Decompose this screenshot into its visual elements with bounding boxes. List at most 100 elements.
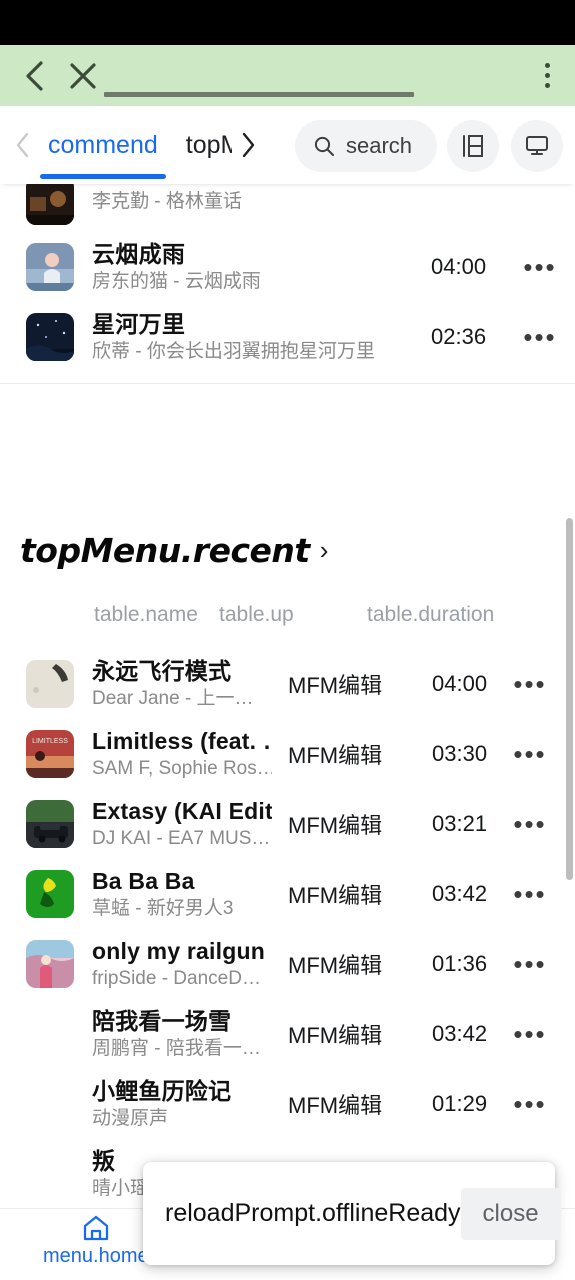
more-horizontal-icon[interactable]: ••• bbox=[510, 1019, 550, 1050]
tab-list: commend topM bbox=[34, 106, 264, 184]
nav-label: menu.home bbox=[43, 1245, 149, 1267]
table-header-duration: table.duration bbox=[367, 603, 495, 626]
song-title: Extasy (KAI Edit) bbox=[92, 797, 272, 824]
album-art: LIMITLESS bbox=[26, 730, 74, 778]
chevron-right-icon: › bbox=[319, 535, 329, 565]
tab-recommend[interactable]: commend bbox=[34, 106, 172, 184]
more-horizontal-icon[interactable]: ••• bbox=[510, 669, 550, 700]
chevron-left-icon bbox=[26, 60, 43, 91]
table-row[interactable]: only my railgun fripSide - DanceD… MFM编辑… bbox=[0, 929, 575, 999]
table-cell-up: MFM编辑 bbox=[288, 743, 383, 768]
section-title: topMenu.recent bbox=[20, 531, 310, 570]
list-item[interactable]: 云烟成雨 房东的猫 - 云烟成雨 04:00 ••• bbox=[0, 232, 575, 302]
table-cell-duration: 01:36 bbox=[432, 951, 488, 976]
song-title: 陪我看一场雪 bbox=[92, 1007, 232, 1034]
search-label: search bbox=[346, 133, 413, 158]
table-cell-name: Extasy (KAI Edit) DJ KAI - EA7 MUS… bbox=[92, 797, 272, 852]
album-art-image bbox=[26, 940, 74, 988]
table-cell-up: MFM编辑 bbox=[288, 813, 383, 838]
chevron-left-icon bbox=[16, 132, 29, 158]
song-subtitle: SAM F, Sophie Ros… bbox=[92, 757, 272, 779]
search-icon bbox=[314, 136, 334, 156]
table-cell-duration: 03:21 bbox=[432, 811, 488, 836]
list-item[interactable]: 星河万里 欣蒂 - 你会长出羽翼拥抱星河万里 02:36 ••• bbox=[0, 302, 575, 372]
table-cell-name: 小鲤鱼历险记 动漫原声 bbox=[92, 1077, 272, 1132]
song-title: Limitless (feat. … bbox=[92, 727, 272, 754]
section-header-recent[interactable]: topMenu.recent › bbox=[20, 531, 328, 570]
more-horizontal-icon[interactable]: ••• bbox=[510, 809, 550, 840]
table-cell-up: MFM编辑 bbox=[288, 1093, 383, 1118]
toast-close-button[interactable]: close bbox=[460, 1187, 561, 1240]
close-icon bbox=[70, 62, 96, 89]
more-horizontal-icon[interactable]: ••• bbox=[510, 739, 550, 770]
scroll-container[interactable]: 李克勤 - 格林童话 03:27 ••• bbox=[0, 106, 575, 1280]
section-divider bbox=[0, 383, 575, 384]
overflow-menu-icon bbox=[544, 63, 550, 88]
phone-screen: 李克勤 - 格林童话 03:27 ••• bbox=[0, 0, 575, 1280]
album-art bbox=[26, 1080, 74, 1128]
album-art bbox=[26, 660, 74, 708]
more-horizontal-icon[interactable]: ••• bbox=[510, 879, 550, 910]
table-row[interactable]: 永远飞行模式 Dear Jane - 上一… MFM编辑 04:00 ••• bbox=[0, 649, 575, 719]
desktop-mode-button[interactable] bbox=[511, 120, 563, 172]
table-row[interactable]: 陪我看一场雪 周鹏宵 - 陪我看一… MFM编辑 03:42 ••• bbox=[0, 999, 575, 1069]
table-cell-duration: 04:00 bbox=[432, 671, 488, 696]
library-icon bbox=[463, 135, 483, 157]
url-bar-redacted-line bbox=[104, 92, 414, 97]
browser-close-button[interactable] bbox=[62, 55, 104, 97]
album-art bbox=[26, 800, 74, 848]
song-title: Ba Ba Ba bbox=[92, 867, 195, 894]
table-cell-up: MFM编辑 bbox=[288, 883, 383, 908]
table-row[interactable]: Extasy (KAI Edit) DJ KAI - EA7 MUS… MFM编… bbox=[0, 789, 575, 859]
recommend-song-list: 李克勤 - 格林童话 03:27 ••• bbox=[0, 170, 575, 372]
table-cell-up: MFM编辑 bbox=[288, 953, 383, 978]
album-art bbox=[26, 870, 74, 918]
table-row[interactable]: 小鲤鱼历险记 动漫原声 MFM编辑 01:29 ••• bbox=[0, 1069, 575, 1139]
album-art bbox=[26, 1150, 74, 1198]
table-header-row: table.name table.up table.duration bbox=[0, 603, 575, 637]
song-subtitle: 周鹏宵 - 陪我看一… bbox=[92, 1037, 261, 1059]
home-icon bbox=[83, 1215, 108, 1241]
more-horizontal-icon[interactable]: ••• bbox=[519, 322, 561, 353]
table-row[interactable]: LIMITLESS Limitless (feat. … SAM F, Soph… bbox=[0, 719, 575, 789]
song-subtitle: 欣蒂 - 你会长出羽翼拥抱星河万里 bbox=[92, 340, 375, 362]
song-subtitle: 动漫原声 bbox=[92, 1107, 169, 1129]
tab-label: commend bbox=[48, 130, 158, 159]
tab-label: topM bbox=[185, 130, 232, 159]
table-cell-up: MFM编辑 bbox=[288, 673, 383, 698]
browser-menu-button[interactable] bbox=[519, 45, 575, 106]
song-title: 小鲤鱼历险记 bbox=[92, 1077, 232, 1104]
album-art-image: LIMITLESS bbox=[26, 730, 74, 778]
song-subtitle: 房东的猫 - 云烟成雨 bbox=[92, 270, 261, 292]
search-button[interactable]: search bbox=[295, 120, 437, 172]
browser-back-button[interactable] bbox=[14, 55, 56, 97]
song-title: 云烟成雨 bbox=[92, 240, 186, 267]
library-button[interactable] bbox=[447, 120, 499, 172]
tab-scroll-right-button[interactable] bbox=[232, 132, 264, 158]
more-horizontal-icon[interactable]: ••• bbox=[519, 252, 561, 283]
song-duration: 04:00 bbox=[431, 254, 487, 279]
tab-bar: commend topM search bbox=[0, 106, 575, 184]
browser-toolbar bbox=[0, 45, 575, 106]
table-cell-name: Ba Ba Ba 草蜢 - 新好男人3 bbox=[92, 867, 272, 922]
list-item-meta: 云烟成雨 房东的猫 - 云烟成雨 bbox=[92, 240, 431, 295]
url-bar[interactable] bbox=[104, 45, 519, 106]
album-art-image bbox=[26, 313, 74, 361]
table-cell-duration: 01:29 bbox=[432, 1091, 488, 1116]
tab-scroll-left-button[interactable] bbox=[12, 132, 34, 158]
status-bar bbox=[0, 0, 575, 45]
table-header-up: table.up bbox=[219, 603, 294, 626]
more-horizontal-icon[interactable]: ••• bbox=[510, 949, 550, 980]
song-title: 永远飞行模式 bbox=[92, 657, 232, 684]
svg-text:LIMITLESS: LIMITLESS bbox=[32, 738, 68, 745]
app-viewport: 李克勤 - 格林童话 03:27 ••• bbox=[0, 106, 575, 1280]
song-subtitle: 李克勤 - 格林童话 bbox=[92, 190, 242, 212]
table-cell-name: 永远飞行模式 Dear Jane - 上一… bbox=[92, 657, 272, 712]
more-horizontal-icon[interactable]: ••• bbox=[510, 1089, 550, 1120]
table-cell-duration: 03:42 bbox=[432, 881, 488, 906]
tab-topmenu[interactable]: topM bbox=[172, 106, 232, 184]
table-row[interactable]: Ba Ba Ba 草蜢 - 新好男人3 MFM编辑 03:42 ••• bbox=[0, 859, 575, 929]
vertical-scrollbar[interactable] bbox=[566, 518, 573, 880]
toast-offline-ready: reloadPrompt.offlineReady close bbox=[143, 1162, 561, 1265]
song-subtitle: 草蜢 - 新好男人3 bbox=[92, 897, 234, 919]
